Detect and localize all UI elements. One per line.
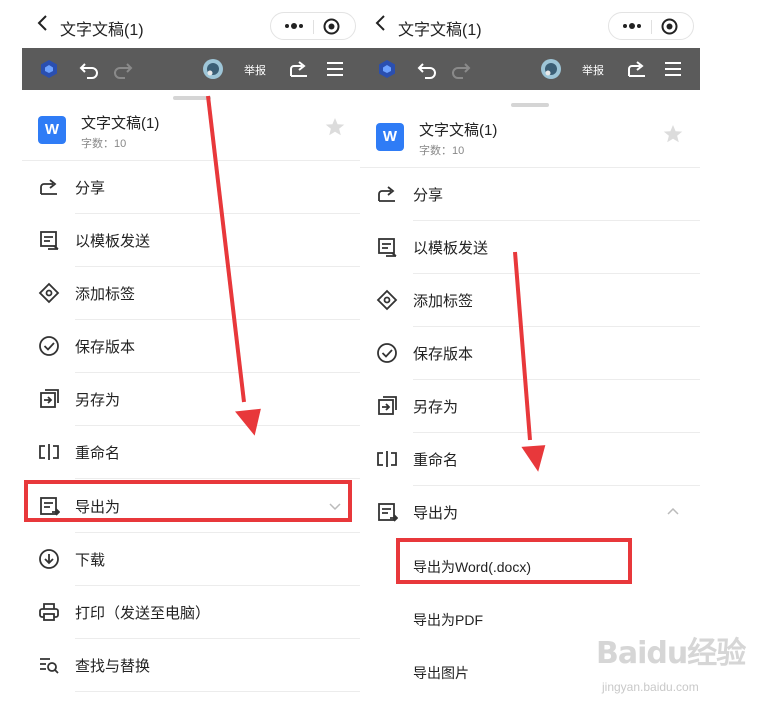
annotation-arrows xyxy=(206,95,546,472)
baidu-jingyan-watermark: Baidu经验 jingyan.baidu.com xyxy=(596,620,746,710)
watermark-logo: Baidu经验 xyxy=(596,636,746,671)
arrow-right xyxy=(513,251,546,472)
watermark-url: jingyan.baidu.com xyxy=(602,680,699,694)
arrow-left xyxy=(206,95,261,436)
